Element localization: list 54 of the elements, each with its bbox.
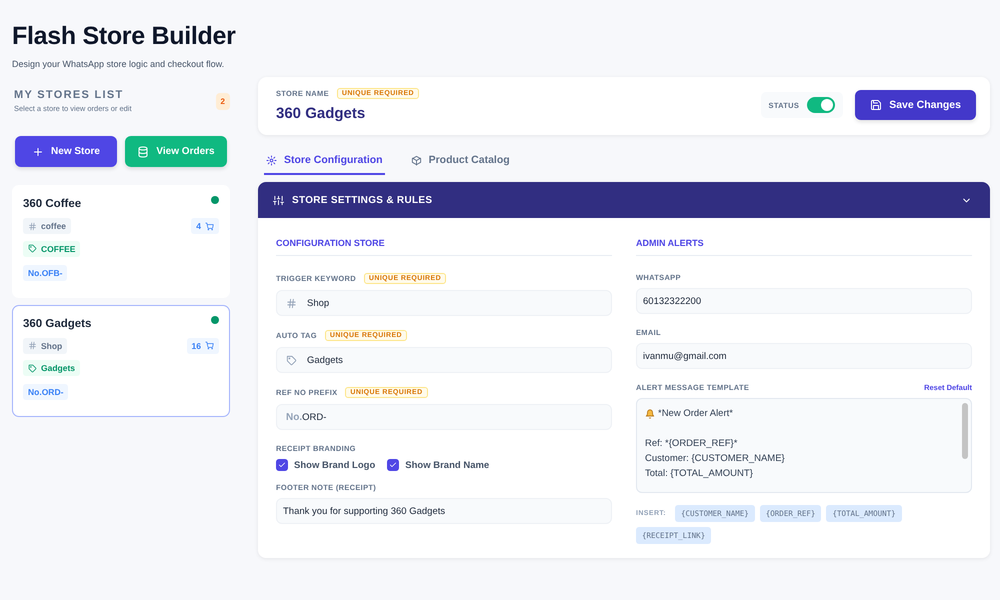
checkmark-icon [389,461,398,469]
input-field[interactable]: Gadgets [276,347,612,373]
order-count-chip: 16 [186,338,219,354]
cube-icon [410,154,422,166]
prefix-label: No. [286,412,302,422]
section-title: ADMIN ALERTS [636,238,972,256]
sliders-icon [273,194,284,206]
save-icon [870,99,882,111]
tag-chip: Gadgets [23,360,80,376]
checkbox-label[interactable]: Show Brand Name [405,460,490,470]
message-textarea[interactable]: *New Order Alert* Ref: *{ORDER_REF}* Customer: {CUSTOMER_NAME} Total: {TOTAL_AMOUNT} [636,398,972,493]
prefix-chip: No.ORD- [23,384,68,400]
count-badge: 2 [216,93,230,110]
tab[interactable]: Product Catalog [408,148,512,175]
tag-icon [286,354,297,366]
input-field[interactable]: 60132322200 [636,288,972,314]
new-store-button[interactable]: New Store [15,136,117,167]
checkbox[interactable] [387,459,400,471]
hash-icon [28,341,37,350]
order-count-chip: 4 [191,218,219,234]
checkbox-label[interactable]: Show Brand Logo [294,460,376,470]
section-header[interactable]: STORE SETTINGS & RULES [258,182,990,218]
store-name: 360 Coffee [23,198,82,210]
keyword-chip: Shop [23,338,68,354]
save-button[interactable]: Save Changes [855,90,976,120]
store-name-heading: 360 Gadgets [276,105,366,122]
input-field[interactable]: No.ORD- [276,404,612,430]
input-field[interactable]: Thank you for supporting 360 Gadgets [276,498,612,524]
tag-icon [28,364,37,372]
hash-icon [286,298,297,308]
database-icon [137,146,150,158]
page-subtitle: Design your WhatsApp store logic and checkout flow. [12,59,226,69]
tag-icon [28,244,37,253]
sidebar-title: MY STORES LIST [14,89,124,101]
checkbox[interactable] [276,459,288,471]
page-title: Flash Store Builder [12,22,237,51]
store-card[interactable]: 360 Coffee coffee 4 COFFEE No.OFB- [12,185,230,298]
prefix-chip: No.OFB- [23,264,68,280]
hash-icon [28,222,37,230]
status-toggle[interactable] [807,97,836,113]
checkmark-icon [278,461,286,469]
plus-icon [32,146,44,158]
bell-icon [645,408,655,418]
tag-chip: COFFEE [23,240,80,256]
tab[interactable]: Store Configuration [264,148,385,175]
store-name: 360 Gadgets [23,318,92,330]
section-title: CONFIGURATION STORE [276,238,612,256]
store-card[interactable]: 360 Gadgets Shop 16 Gadgets No.ORD- [12,304,230,417]
keyword-chip: coffee [23,218,72,234]
input-field[interactable]: Shop [276,290,612,316]
gear-icon [266,154,277,166]
cart-icon [205,341,214,350]
input-field[interactable]: ivanmu@gmail.com [636,343,972,369]
cart-icon [205,222,214,230]
